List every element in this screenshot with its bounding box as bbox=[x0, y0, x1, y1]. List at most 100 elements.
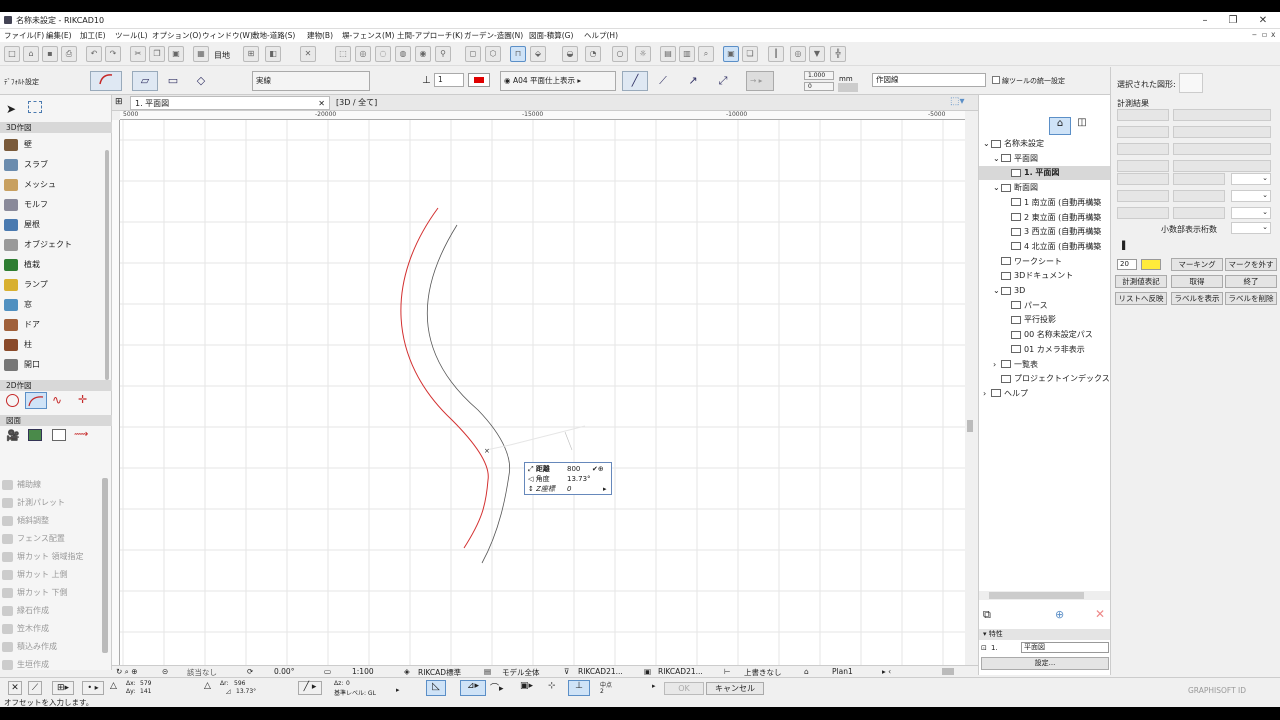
snap-grid-icon[interactable]: ⊞▸ bbox=[52, 681, 74, 695]
default-settings-label[interactable]: ﾃﾞﾌｫﾙﾄ設定 bbox=[4, 77, 39, 87]
camera-icon[interactable]: ◔ bbox=[585, 46, 601, 62]
extra-tool-7[interactable]: 縁石作成 bbox=[2, 602, 106, 620]
arc-tool-button[interactable] bbox=[25, 392, 47, 409]
dx-value[interactable]: 579 bbox=[140, 680, 151, 687]
zoom-icons[interactable]: ↻ ⌕ ⊕ bbox=[116, 667, 138, 677]
doc-close-button[interactable]: x bbox=[1271, 30, 1275, 39]
menu-window[interactable]: ウィンドウ(W) bbox=[202, 30, 253, 41]
menu-fence[interactable]: 塀-フェンス(M) bbox=[342, 30, 394, 41]
angle-value[interactable]: 13.73° bbox=[567, 474, 591, 484]
show-label-button[interactable]: ラベルを表示 bbox=[1171, 292, 1223, 305]
nav-item[interactable]: 1. 平面図 bbox=[979, 166, 1111, 181]
snap-magnet-icon[interactable]: ⊹ bbox=[548, 681, 556, 691]
settings-button[interactable]: 設定... bbox=[981, 657, 1109, 670]
polyline-icon[interactable]: ▱ bbox=[132, 71, 158, 91]
extra-tool-6[interactable]: 塀カット 下側 bbox=[2, 584, 106, 602]
nav-item[interactable]: ワークシート bbox=[979, 255, 1111, 269]
measure-label-button[interactable]: 計測値表記 bbox=[1115, 275, 1167, 288]
toolbox-scrollbar[interactable] bbox=[105, 150, 109, 380]
nav-item[interactable]: 平行投影 bbox=[979, 313, 1111, 327]
open-icon[interactable]: ⌂ bbox=[23, 46, 39, 62]
zoom-search-icon[interactable]: ⊝ bbox=[162, 667, 168, 676]
direction-icon[interactable]: ╱ ▸ bbox=[298, 681, 322, 695]
layer-select[interactable]: 作図線 bbox=[872, 73, 986, 87]
tracker-box[interactable]: ⤢ 距離 800 ✔⊕ ◁ 角度 13.73° ↕ Z座標 0 ▸ bbox=[524, 462, 612, 495]
view-map-icon[interactable]: ◫ bbox=[1073, 117, 1091, 135]
menu-approach[interactable]: 土間-アプローチ(K) bbox=[397, 30, 463, 41]
graphisoft-id-label[interactable]: GRAPHISOFT ID bbox=[1188, 686, 1246, 695]
tool-10[interactable]: 柱 bbox=[4, 335, 108, 355]
orbit-icon[interactable]: ◌ bbox=[375, 46, 391, 62]
section-2d[interactable]: 2D作図 bbox=[0, 380, 112, 391]
nav-item[interactable]: プロジェクトインデックス bbox=[979, 372, 1111, 386]
redo-icon[interactable]: ↷ bbox=[105, 46, 121, 62]
tab-overview-icon[interactable]: ⊞ bbox=[115, 97, 123, 107]
nav-item[interactable]: ⌄ 平面図 bbox=[979, 152, 1111, 166]
window-cascade-icon[interactable]: ❏ bbox=[742, 46, 758, 62]
snap-arc-icon[interactable]: ⌒▸ bbox=[490, 681, 504, 694]
cut-icon[interactable]: ✂ bbox=[130, 46, 146, 62]
menu-help[interactable]: ヘルプ(H) bbox=[584, 30, 618, 41]
tool-7[interactable]: ランプ bbox=[4, 275, 108, 295]
nav-item[interactable]: パース bbox=[979, 299, 1111, 313]
tab-floor-plan[interactable]: 1. 平面図 ✕ bbox=[130, 96, 330, 110]
list-icon[interactable]: ▥ bbox=[679, 46, 695, 62]
properties-header[interactable]: ▾ 特性 bbox=[979, 629, 1111, 640]
hotspot-icon[interactable]: ✛ bbox=[78, 393, 87, 406]
extra-tool-1[interactable]: 計測パレット bbox=[2, 494, 106, 512]
size-field[interactable]: 20 bbox=[1117, 259, 1137, 270]
tool-11[interactable]: 開口 bbox=[4, 355, 108, 375]
nav-caret[interactable]: ⌄ bbox=[993, 284, 1001, 298]
nav-clone-icon[interactable]: ⧉ bbox=[983, 608, 991, 622]
copy-icon[interactable]: ❐ bbox=[149, 46, 165, 62]
spline-icon[interactable]: ∿ bbox=[52, 393, 62, 407]
extra-tool-8[interactable]: 笠木作成 bbox=[2, 620, 106, 638]
result-dropdown-2[interactable]: ⌄ bbox=[1231, 190, 1271, 202]
cancel-button[interactable]: キャンセル bbox=[706, 682, 764, 695]
calc-icon[interactable]: ▤ bbox=[660, 46, 676, 62]
close-button[interactable]: ✕ bbox=[1248, 12, 1278, 29]
line-arrow-icon[interactable]: ↗ bbox=[680, 71, 706, 91]
tab-menu-icon[interactable]: ⬚▾ bbox=[950, 96, 964, 107]
ruler-icon[interactable]: ┃ bbox=[768, 46, 784, 62]
maximize-button[interactable]: ❐ bbox=[1218, 12, 1248, 29]
ok-button[interactable]: OK bbox=[664, 682, 704, 695]
tab-close-icon[interactable]: ✕ bbox=[318, 97, 325, 111]
snap-icon[interactable]: ⊞ bbox=[243, 46, 259, 62]
tool-9[interactable]: ドア bbox=[4, 315, 108, 335]
rectangle-icon[interactable]: ▭ bbox=[160, 71, 186, 91]
display-mode-select[interactable]: ◉ A04 平面仕上表示 ▸ bbox=[500, 71, 616, 91]
nav-new-view-icon[interactable]: ⊕ bbox=[1055, 608, 1064, 621]
layer-icon[interactable]: ◧ bbox=[265, 46, 281, 62]
line-chain-icon[interactable]: ⟋ bbox=[650, 71, 676, 91]
menu-process[interactable]: 加工(E) bbox=[80, 30, 106, 41]
extra-tool-3[interactable]: フェンス配置 bbox=[2, 530, 106, 548]
nav-hscroll-thumb[interactable] bbox=[989, 592, 1084, 599]
walk-icon[interactable]: ⚲ bbox=[435, 46, 451, 62]
hscroll-thumb[interactable] bbox=[942, 668, 954, 675]
nav-caret[interactable]: ⌄ bbox=[993, 181, 1001, 195]
eye-icon[interactable]: ◎ bbox=[790, 46, 806, 62]
menu-drawing[interactable]: 図面-積算(G) bbox=[529, 30, 573, 41]
pen-set-status[interactable]: RIKCAD21... bbox=[578, 667, 623, 676]
nav-item[interactable]: › ヘルプ bbox=[979, 387, 1111, 401]
menu-options[interactable]: オプション(O) bbox=[152, 30, 201, 41]
zoom-fit-icon[interactable]: ◍ bbox=[395, 46, 411, 62]
mid-dropdown-icon[interactable]: ▸ bbox=[652, 682, 656, 690]
tool-1[interactable]: スラブ bbox=[4, 155, 108, 175]
menu-garden[interactable]: ガーデン-造園(N) bbox=[464, 30, 523, 41]
nav-item[interactable]: 3 西立面 (自動再構築 bbox=[979, 225, 1111, 239]
sun-icon[interactable]: ☼ bbox=[635, 46, 651, 62]
plan-status[interactable]: Plan1 bbox=[832, 667, 853, 676]
3d-view-icon[interactable]: ⬙ bbox=[530, 46, 546, 62]
camera-tool-icon[interactable]: 🎥 bbox=[6, 429, 20, 442]
trash-icon[interactable]: ▼ bbox=[809, 46, 825, 62]
menu-site[interactable]: 敷地-道路(S) bbox=[252, 30, 295, 41]
doc-restore-button[interactable]: ▫ bbox=[1262, 30, 1267, 39]
marker-color-swatch[interactable] bbox=[1141, 259, 1161, 270]
mvo-status[interactable]: RIKCAD21... bbox=[658, 667, 703, 676]
toolbox-scrollbar-2[interactable] bbox=[102, 478, 108, 653]
tool-2[interactable]: メッシュ bbox=[4, 175, 108, 195]
nav-item[interactable]: ⌄ 3D bbox=[979, 284, 1111, 298]
circle-tool-icon[interactable] bbox=[6, 394, 19, 407]
